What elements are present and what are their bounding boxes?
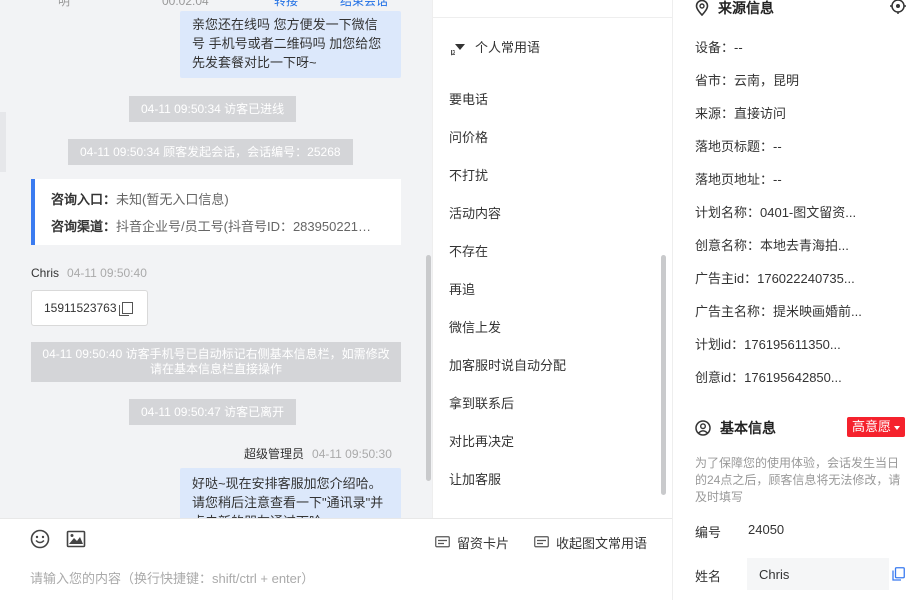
info-advertiser-name: 广告主名称：提米映画婚前... <box>695 304 862 319</box>
source-info-header: 来源信息 <box>695 0 774 18</box>
number-value: 24050 <box>748 522 785 537</box>
visitor-phone: 15911523763 <box>44 301 117 315</box>
caret-down-icon <box>455 43 465 50</box>
info-plan-id: 计划id：176195611350... <box>695 337 841 352</box>
phrases-scrollbar[interactable] <box>661 255 666 495</box>
phrase-item[interactable]: 不打扰 <box>449 165 488 184</box>
phrase-group-title: 个人常用语 <box>475 40 541 55</box>
phrase-item[interactable]: 要电话 <box>449 89 488 108</box>
location-pin-icon <box>695 0 709 16</box>
consult-info-card: 咨询入口：未知(暂无入口信息) 咨询渠道：抖音企业号/员工号(抖音号ID：283… <box>31 179 401 245</box>
phrase-item[interactable]: 再追 <box>449 279 475 298</box>
emoji-icon[interactable] <box>30 529 50 549</box>
lead-card-button[interactable]: 留资卡片 <box>435 533 509 552</box>
phrase-item[interactable]: 不存在 <box>449 241 488 260</box>
intent-level-label: 高意愿 <box>852 419 892 434</box>
consult-channel-label: 咨询渠道： <box>51 219 117 234</box>
lead-card-label: 留资卡片 <box>457 536 510 551</box>
message-input-area: 留资卡片 收起图文常用语 <box>0 518 672 600</box>
agent-meta: 超级管理员 04-11 09:50:30 <box>244 445 392 462</box>
edit-notice: 为了保障您的使用体验，会话发生当日的24点之后，顾客信息将无法修改，请及时填写 <box>695 456 901 504</box>
visitor-phone-message[interactable]: 15911523763 <box>31 290 148 326</box>
phrase-item[interactable]: 微信上发 <box>449 317 501 336</box>
system-message: 04-11 09:50:34 访客已进线 <box>129 96 297 122</box>
caret-down-icon <box>894 425 901 430</box>
consult-entry-value: 未知(暂无入口信息) <box>116 192 229 207</box>
agent-message-bubble: 好哒~现在安排客服加您介绍哈。请您稍后注意查看一下"通讯录"并点击新的朋友通过下… <box>180 468 401 518</box>
chat-panel: 明 00:02:04 转接 结束会话 亲您还在线吗 您方便发一下微信号 手机号或… <box>0 0 432 518</box>
info-plan-name: 计划名称：0401-图文留资... <box>695 205 857 220</box>
image-icon[interactable] <box>66 529 86 549</box>
phrase-item[interactable]: 拿到联系后 <box>449 393 514 412</box>
number-label: 编号 <box>695 525 722 540</box>
copy-icon[interactable] <box>892 567 905 581</box>
chat-edge-tab <box>0 112 6 172</box>
phrase-group-toggle[interactable]: 个人常用语 <box>455 37 547 56</box>
basic-info-title: 基本信息 <box>720 420 776 436</box>
source-info-title: 来源信息 <box>718 0 774 16</box>
transfer-link[interactable]: 转接 <box>274 0 298 8</box>
info-advertiser-id: 广告主id：176022240735... <box>695 271 855 286</box>
card-icon <box>435 536 450 548</box>
agent-name: 超级管理员 <box>244 447 305 461</box>
phrase-item[interactable]: 让加客服 <box>449 469 501 488</box>
consult-entry-label: 咨询入口： <box>51 192 117 207</box>
customer-info-panel: 来源信息 设备：-- 省市：云南，昆明 来源：直接访问 落地页标题：-- 落地页… <box>672 0 920 600</box>
collapse-phrases-label: 收起图文常用语 <box>556 536 648 551</box>
basic-info-header: 基本信息 <box>695 418 776 438</box>
info-landing-title: 落地页标题：-- <box>695 139 782 154</box>
name-input[interactable] <box>747 558 889 590</box>
info-region: 省市：云南，昆明 <box>695 73 800 88</box>
info-device: 设备：-- <box>695 40 743 55</box>
collapse-phrases-button[interactable]: 收起图文常用语 <box>534 533 647 552</box>
end-session-link[interactable]: 结束会话 <box>340 0 388 8</box>
divider <box>433 17 672 18</box>
info-source: 来源：直接访问 <box>695 106 787 121</box>
info-creative-name: 创意名称：本地去青海拍... <box>695 238 849 253</box>
phrase-item[interactable]: 加客服时说自动分配 <box>449 355 566 374</box>
phrase-item[interactable]: 活动内容 <box>449 203 501 222</box>
phrase-item[interactable]: 对比再决定 <box>449 431 514 450</box>
agent-time: 04-11 09:50:30 <box>312 447 392 461</box>
name-label: 姓名 <box>695 569 722 584</box>
chat-top-fragment: 明 <box>58 0 71 8</box>
phrase-item[interactable]: 问价格 <box>449 127 488 146</box>
intent-level-dropdown[interactable]: 高意愿 <box>847 417 906 437</box>
visitor-meta: Chris 04-11 09:50:40 <box>31 266 147 280</box>
user-icon <box>695 420 711 436</box>
agent-message-bubble: 亲您还在线吗 您方便发一下微信号 手机号或者二维码吗 加您给您先发套餐对比一下呀… <box>180 11 401 78</box>
locate-icon[interactable] <box>889 0 907 15</box>
info-landing-url: 落地页地址：-- <box>695 172 782 187</box>
consult-channel-value: 抖音企业号/员工号(抖音号ID：283950221… <box>116 219 372 234</box>
info-creative-id: 创意id：176195642850... <box>695 370 842 385</box>
system-message: 04-11 09:50:47 访客已离开 <box>129 399 297 425</box>
phrases-panel: 窗口发不了 个人常用语 要电话 问价格 不打扰 活动内容 不存在 再追 微信上发… <box>432 0 672 518</box>
message-icon <box>534 536 549 548</box>
system-message: 04-11 09:50:34 顾客发起会话，会话编号：25268 <box>68 139 353 165</box>
visitor-name: Chris <box>31 266 60 280</box>
system-message: 04-11 09:50:40 访客手机号已自动标记右侧基本信息栏，如需修改请在基… <box>31 342 401 382</box>
chat-top-duration: 00:02:04 <box>162 0 209 8</box>
message-input[interactable] <box>30 568 650 588</box>
chat-scrollbar[interactable] <box>426 255 431 481</box>
visitor-time: 04-11 09:50:40 <box>67 266 147 280</box>
copy-icon[interactable] <box>119 302 133 316</box>
